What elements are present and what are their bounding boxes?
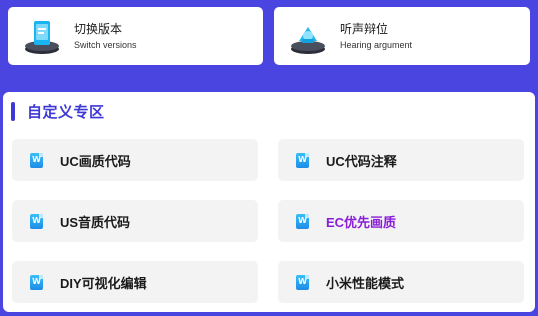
us-audio-code-item[interactable]: US音质代码 bbox=[12, 200, 258, 242]
document-icon bbox=[30, 274, 43, 290]
uc-code-notes-item[interactable]: UC代码注释 bbox=[278, 139, 524, 181]
item-label: EC优先画质 bbox=[326, 214, 397, 230]
section-accent-bar bbox=[11, 101, 15, 121]
document-icon bbox=[30, 213, 43, 229]
item-label: UC代码注释 bbox=[326, 153, 397, 169]
card-subtitle: Hearing argument bbox=[340, 40, 413, 50]
document-icon bbox=[30, 152, 43, 168]
uc-quality-code-item[interactable]: UC画质代码 bbox=[12, 139, 258, 181]
phone-stand-icon bbox=[21, 15, 63, 57]
device-stand-icon bbox=[287, 15, 329, 57]
document-icon bbox=[296, 152, 309, 168]
item-label: UC画质代码 bbox=[60, 153, 131, 169]
item-label: DIY可视化编辑 bbox=[60, 275, 147, 291]
document-icon bbox=[296, 213, 309, 229]
item-label: 小米性能模式 bbox=[326, 275, 405, 291]
card-title: 切换版本 bbox=[74, 22, 123, 36]
card-subtitle: Switch versions bbox=[74, 40, 137, 50]
document-icon bbox=[296, 274, 309, 290]
hearing-argument-card[interactable]: 听声辩位 Hearing argument bbox=[274, 7, 530, 65]
panel-title: 自定义专区 bbox=[27, 103, 105, 121]
item-label: US音质代码 bbox=[60, 214, 131, 230]
diy-visual-edit-item[interactable]: DIY可视化编辑 bbox=[12, 261, 258, 303]
custom-zone-panel: 自定义专区 UC画质代码 UC代码注释 US音质代码 EC优先画质 DIY可视化… bbox=[3, 92, 535, 312]
card-title: 听声辩位 bbox=[340, 22, 389, 36]
xiaomi-performance-mode-item[interactable]: 小米性能模式 bbox=[278, 261, 524, 303]
switch-versions-card[interactable]: 切换版本 Switch versions bbox=[8, 7, 263, 65]
panel-header: 自定义专区 bbox=[11, 101, 105, 121]
ec-priority-quality-item[interactable]: EC优先画质 bbox=[278, 200, 524, 242]
